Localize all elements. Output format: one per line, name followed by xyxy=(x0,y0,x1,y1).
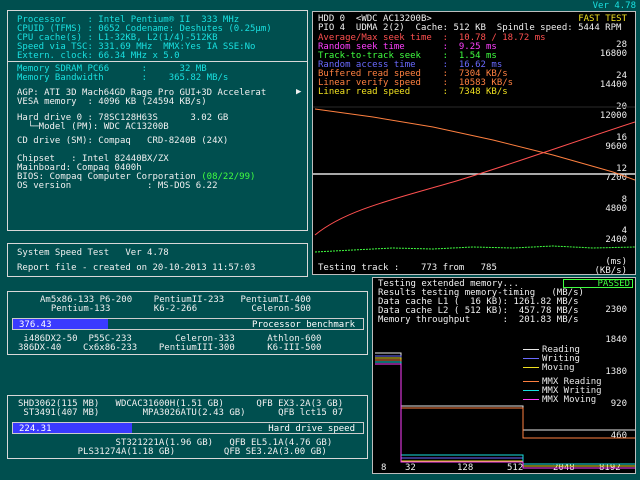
speed-test-title: System Speed Test Ver 4.78 xyxy=(17,248,169,258)
hdd-graph xyxy=(313,106,635,253)
cpu-bench-top-labels-2: Pentium-133 K6-2-266 Celeron-500 xyxy=(40,304,311,314)
extern-clock-line: Extern. clock: 66.34 MHz x 5.0 xyxy=(17,51,180,61)
mmx-moving-line xyxy=(375,363,635,469)
hard-drive-speed-bar: 224.31 Hard drive speed xyxy=(12,422,364,434)
hard-drive-speed-value: 224.31 xyxy=(19,424,52,434)
reading-line xyxy=(375,352,635,431)
arrow-right-icon[interactable]: ▶ xyxy=(296,87,301,97)
mmx-writing-line xyxy=(375,361,635,465)
system-info-panel: Processor : Intel Pentium® II 333 MHz CP… xyxy=(7,10,308,231)
hdd-bench-top-labels-2: ST3491(407 MB) MPA3026ATU(2.43 GB) QFB l… xyxy=(18,408,344,418)
hard-drive-speed-label: Hard drive speed xyxy=(268,424,355,434)
memory-graph xyxy=(375,352,635,469)
testing-track-from: from xyxy=(442,263,465,273)
hard-drive-model-line: └─Model (PM): WDC AC13200B xyxy=(17,122,169,132)
report-file-line: Report file - created on 20-10-2013 11:5… xyxy=(17,263,256,273)
processor-benchmark-label: Processor benchmark xyxy=(252,320,355,330)
processor-benchmark-panel: Am5x86-133 P6-200 PentiumII-233 PentiumI… xyxy=(7,291,368,355)
moving-line xyxy=(375,357,635,467)
speed-test-panel: System Speed Test Ver 4.78 Report file -… xyxy=(7,243,308,277)
hard-drive-benchmark-panel: SHD3062(115 MB) WDCAC31600H(1.51 GB) QFB… xyxy=(7,395,368,459)
memory-bandwidth-line: Memory Bandwidth : 365.82 MB/s xyxy=(17,73,229,83)
mmx-reading-line xyxy=(375,359,635,439)
memory-test-panel: Testing extended memory... PASSED Result… xyxy=(372,277,636,474)
testing-track-total: 785 xyxy=(480,263,497,273)
os-version-line: OS version : MS-DOS 6.22 xyxy=(17,181,218,191)
seek-line xyxy=(314,245,635,253)
testing-track-status: Testing track : 773 from 785 xyxy=(318,263,497,273)
testing-track-current: 773 xyxy=(420,263,438,273)
writing-line xyxy=(375,355,635,465)
cd-drive-line: CD drive (SM): Compaq CRD-8240B (24X) xyxy=(17,136,229,146)
cpu-bench-bottom-labels-2: 386DX-40 Cx6x86-233 PentiumIII-300 K6-II… xyxy=(18,343,322,353)
processor-benchmark-bar: 376.43 Processor benchmark xyxy=(12,318,364,330)
version-label: Ver 4.78 xyxy=(592,1,636,11)
linear-read-line xyxy=(314,121,635,236)
divider xyxy=(8,61,307,62)
hdd-test-panel: HDD 0 <WDC AC13200B> FAST TEST PIO 4 UDM… xyxy=(312,11,636,276)
vesa-line: VESA memory : 4096 KB (24594 KB/s) xyxy=(17,97,207,107)
testing-track-label: Testing track : xyxy=(318,263,400,273)
processor-benchmark-value: 376.43 xyxy=(19,320,52,330)
hdd-bench-bottom-labels-2: PLS31274A(1.18 GB) QFB SE3.2A(3.00 GB) xyxy=(18,447,327,457)
